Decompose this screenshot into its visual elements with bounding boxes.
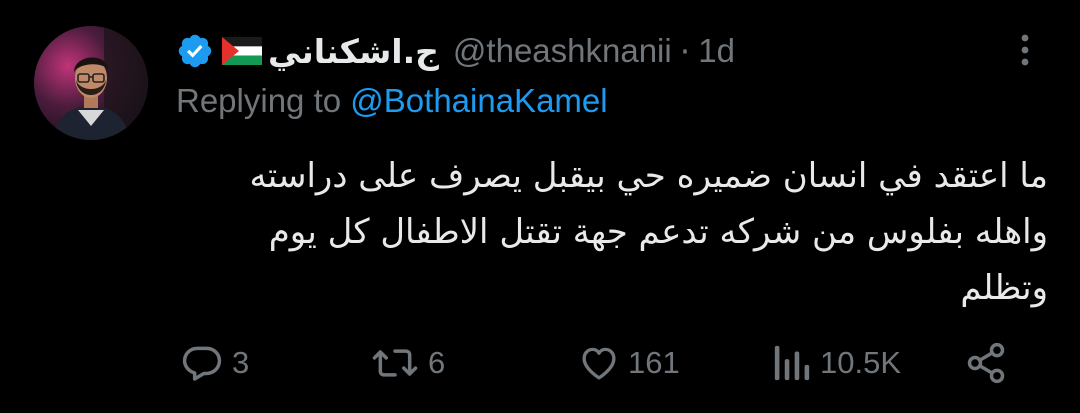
display-name[interactable]: ج.اشكناني [268, 32, 439, 71]
tweet-text: ما اعتقد في انسان ضميره حي بيقبل يصرف عل… [200, 148, 1048, 316]
share-button[interactable] [964, 334, 1008, 392]
views-count: 10.5K [820, 345, 902, 380]
user-handle[interactable]: @theashknanii [453, 32, 672, 70]
repost-count: 6 [428, 345, 446, 380]
action-bar: 3 6 161 10.5K [0, 334, 1080, 392]
reply-icon [180, 341, 224, 385]
tweet-text-line: وتظلم [960, 268, 1048, 308]
repost-icon [370, 341, 420, 385]
views-icon [772, 342, 812, 384]
views-button[interactable]: 10.5K [772, 334, 901, 392]
like-button[interactable]: 161 [578, 334, 680, 392]
reply-count: 3 [232, 345, 250, 380]
heart-icon [578, 342, 620, 384]
reply-button[interactable]: 3 [180, 334, 249, 392]
repost-button[interactable]: 6 [370, 334, 445, 392]
replying-to: Replying to @BothainaKamel [176, 82, 608, 120]
replying-to-label: Replying to [176, 82, 342, 119]
more-vertical-icon[interactable] [1008, 30, 1042, 70]
tweet[interactable]: ج.اشكناني @theashknanii · 1d Replying to… [0, 0, 1080, 413]
separator-dot: · [679, 31, 691, 71]
verified-badge-icon [176, 32, 214, 70]
tweet-text-line: واهله بفلوس من شركه تدعم جهة تقتل الاطفا… [268, 212, 1048, 252]
share-icon [964, 341, 1008, 385]
tweet-header: ج.اشكناني @theashknanii · 1d [176, 28, 735, 74]
timestamp[interactable]: 1d [698, 32, 735, 70]
tweet-text-line: ما اعتقد في انسان ضميره حي بيقبل يصرف عل… [249, 156, 1048, 196]
like-count: 161 [628, 345, 680, 380]
reply-mention-link[interactable]: @BothainaKamel [350, 82, 607, 119]
avatar[interactable] [34, 26, 148, 140]
palestine-flag-icon [222, 37, 262, 65]
